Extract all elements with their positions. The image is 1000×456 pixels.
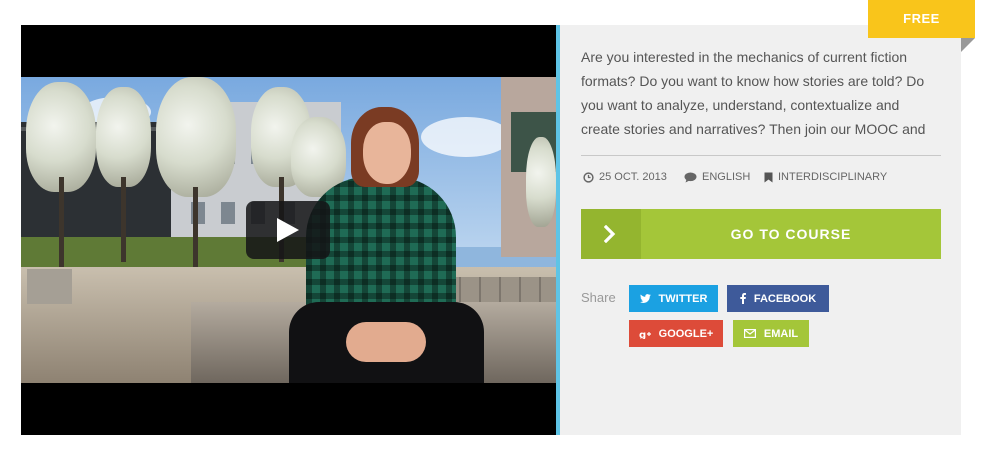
date-text: 25 OCT. 2013: [599, 171, 667, 183]
svg-text:g: g: [639, 330, 646, 339]
badge-fold: [961, 38, 975, 52]
email-label: EMAIL: [763, 327, 799, 340]
facebook-label: FACEBOOK: [753, 292, 817, 305]
share-google-plus-button[interactable]: g GOOGLE+: [629, 320, 723, 347]
play-button[interactable]: [246, 201, 330, 259]
meta-language: ENGLISH: [684, 170, 750, 184]
play-icon: [277, 218, 299, 242]
twitter-icon: [639, 294, 651, 303]
share-twitter-button[interactable]: TWITTER: [629, 285, 718, 312]
twitter-label: TWITTER: [658, 292, 708, 305]
bookmark-icon: [764, 172, 773, 182]
envelope-icon: [743, 329, 756, 338]
language-text: ENGLISH: [702, 171, 751, 183]
free-badge: FREE: [868, 0, 975, 38]
speech-bubble-icon: [684, 172, 697, 182]
share-email-button[interactable]: EMAIL: [733, 320, 809, 347]
share-label: Share: [581, 290, 616, 305]
facebook-icon: [740, 293, 746, 304]
meta-category: INTERDISCIPLINARY: [764, 170, 887, 184]
share-facebook-button[interactable]: FACEBOOK: [727, 285, 829, 312]
category-text: INTERDISCIPLINARY: [778, 171, 888, 183]
google-plus-icon: g: [639, 330, 651, 339]
google-plus-label: GOOGLE+: [658, 327, 714, 340]
go-to-course-label: GO TO COURSE: [730, 226, 852, 242]
course-video-player[interactable]: [21, 25, 556, 435]
chevron-right-icon: [604, 225, 616, 243]
course-description: Are you interested in the mechanics of c…: [581, 49, 926, 137]
clock-icon: [583, 171, 594, 183]
go-to-course-button[interactable]: GO TO COURSE: [581, 209, 941, 259]
go-arrow-box: [581, 209, 641, 259]
meta-date: 25 OCT. 2013: [583, 170, 667, 184]
meta-divider: [581, 155, 941, 156]
